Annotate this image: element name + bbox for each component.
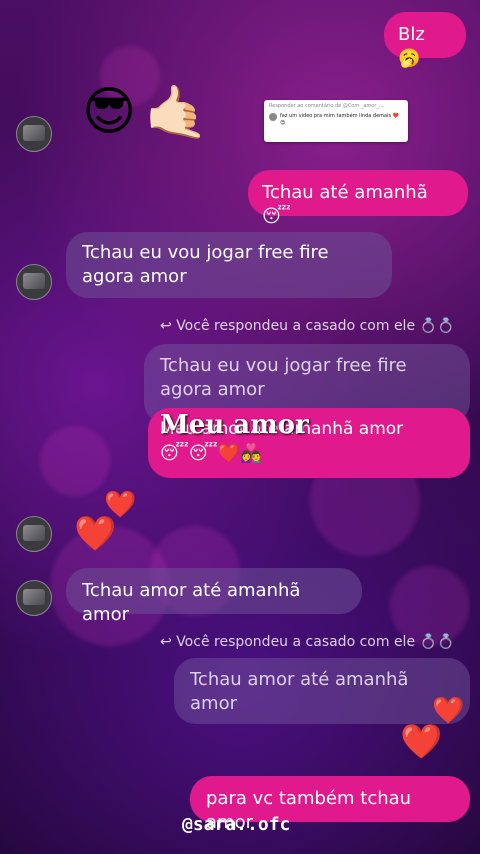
quoted-text: Tchau amor até amanhã amor [190,669,409,714]
avatar[interactable] [16,264,52,300]
sent-message-blz[interactable]: Blz 🥱 [384,12,466,69]
comment-reply-card[interactable]: Responder ao comentário de @Com _amor_..… [264,100,408,142]
reply-label: ↩ Você respondeu a casado com ele 💍💍 [160,318,455,334]
emoji-row: 😴😴❤️👩‍❤️‍👨 [160,442,458,466]
ring-icon: 💍💍 [419,634,455,650]
ring-icon: 💍💍 [419,318,455,334]
message-text: Tchau até amanhã [262,182,428,203]
red-heart-icon: ❤️ [217,443,241,464]
red-heart-icon: ❤️ [74,514,117,554]
quoted-message: Tchau amor até amanhã amor [174,658,470,724]
sent-message-tchau[interactable]: Tchau até amanhã 😴 [248,170,468,227]
chat-frame: Blz 🥱 😎 🤙🏻 Responder ao comentário de @C… [10,6,470,844]
sleepy-face-icon: 🥱 [398,48,421,69]
comment-text: faz um video pra mim também linda demais… [280,113,399,126]
red-heart-icon: ❤️ [400,722,443,762]
call-me-hand-icon: 🤙🏻 [144,83,209,143]
reply-arrow-icon: ↩ [160,634,172,650]
sleepy-face-icon: 😴 [262,206,291,227]
message-text: Tchau amor até amanhã amor [82,580,301,625]
commenter-avatar [269,113,277,121]
couple-icon: 👩‍❤️‍👨 [240,443,263,464]
sleepy-face-icon: 😴😴 [160,443,218,464]
avatar[interactable] [16,580,52,616]
chat-screen: Blz 🥱 😎 🤙🏻 Responder ao comentário de @C… [0,0,480,854]
avatar[interactable] [16,516,52,552]
background-blob [40,426,110,496]
quoted-text: Tchau eu vou jogar free fire agora amor [160,355,407,400]
reply-arrow-icon: ↩ [160,318,172,334]
overlay-caption-meu-amor: Meu amor [160,410,309,440]
message-text: Tchau eu vou jogar free fire agora amor [82,242,329,287]
sunglasses-face-icon: 😎 [82,82,137,142]
watermark: @sara..ofc [182,814,291,835]
received-message[interactable]: Tchau eu vou jogar free fire agora amor [66,232,392,298]
reply-label: ↩ Você respondeu a casado com ele 💍💍 [160,634,455,650]
comment-header: Responder ao comentário de @Com _amor_..… [269,103,384,109]
received-message[interactable]: Tchau amor até amanhã amor [66,568,362,625]
avatar[interactable] [16,116,52,152]
message-text: Blz [398,24,425,45]
